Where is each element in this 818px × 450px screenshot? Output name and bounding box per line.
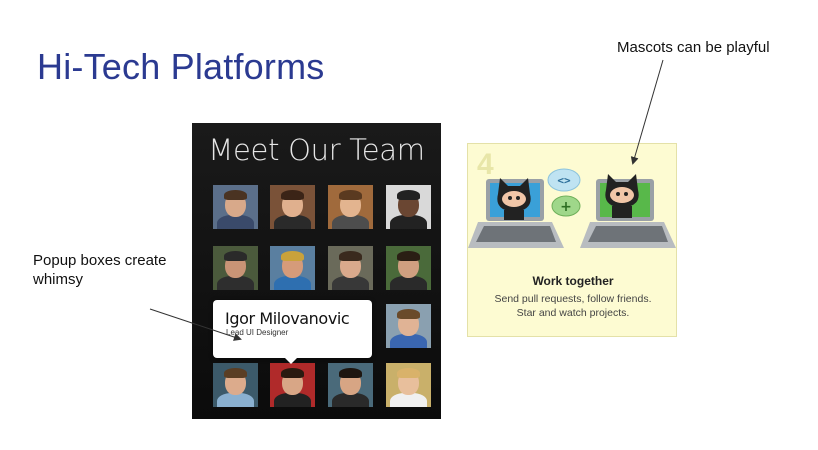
- team-panel: Meet Our Team: [192, 123, 441, 419]
- team-member-avatar[interactable]: [386, 185, 431, 229]
- callout-mascots: Mascots can be playful: [617, 39, 770, 56]
- mascot-illustration: <> +: [468, 168, 676, 248]
- slide-title: Hi-Tech Platforms: [37, 46, 325, 87]
- team-member-avatar[interactable]: [328, 185, 373, 229]
- team-member-avatar[interactable]: [386, 304, 431, 348]
- team-member-avatar[interactable]: [213, 363, 258, 407]
- team-member-avatar[interactable]: [328, 363, 373, 407]
- card-description-line-2: Star and watch projects.: [516, 307, 630, 319]
- team-member-avatar[interactable]: [270, 363, 315, 407]
- code-bubble-label: <>: [557, 174, 571, 187]
- team-member-popup: Igor Milovanovic Lead UI Designer: [213, 300, 372, 358]
- team-member-avatar[interactable]: [213, 246, 258, 290]
- card-description-line-1: Send pull requests, follow friends.: [494, 293, 652, 305]
- plus-bubble-label: +: [560, 199, 572, 215]
- card-heading: Work together: [532, 274, 614, 288]
- github-feature-card: 4 <> + Work together Send pull requests,…: [467, 143, 677, 337]
- popup-member-name: Igor Milovanovic: [225, 309, 350, 328]
- popup-member-role: Lead UI Designer: [226, 328, 289, 337]
- team-member-avatar[interactable]: [386, 363, 431, 407]
- team-member-avatar[interactable]: [270, 246, 315, 290]
- team-member-avatar[interactable]: [386, 246, 431, 290]
- popup-tail: [284, 357, 298, 364]
- team-member-avatar[interactable]: [270, 185, 315, 229]
- code-bubble-icon: <>: [547, 168, 581, 192]
- team-member-avatar[interactable]: [328, 246, 373, 290]
- plus-bubble-icon: +: [551, 195, 581, 217]
- callout-popup: Popup boxes create whimsy: [33, 252, 167, 288]
- team-panel-title: Meet Our Team: [208, 133, 425, 167]
- team-member-avatar[interactable]: [213, 185, 258, 229]
